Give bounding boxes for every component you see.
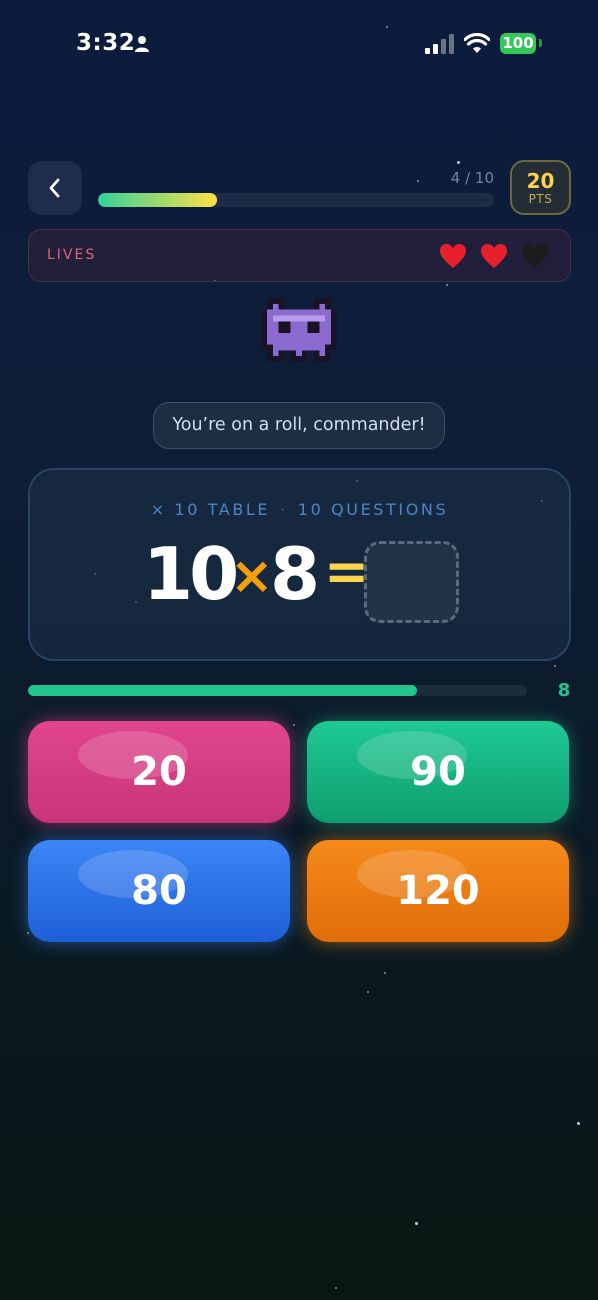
heart-icon	[440, 244, 466, 268]
heart-icon	[522, 244, 548, 268]
star	[367, 991, 369, 993]
answer-label: 90	[410, 749, 466, 795]
answer-label: 80	[131, 868, 187, 914]
timer-fill	[28, 685, 418, 696]
right-operand: 8	[270, 532, 320, 616]
left-operand: 10	[143, 532, 239, 616]
question-progress-fill	[98, 193, 217, 207]
points-badge: 20 PTS	[510, 160, 571, 215]
equals-sign: =	[324, 540, 370, 603]
answer-label: 120	[396, 868, 480, 914]
back-button[interactable]	[28, 161, 82, 215]
battery-cap	[539, 39, 542, 47]
question-progress-bar	[98, 193, 494, 207]
star	[27, 932, 29, 934]
star	[386, 26, 388, 28]
timer-value: 8	[557, 680, 571, 701]
encouragement-message: You’re on a roll, commander!	[153, 402, 445, 449]
star	[446, 284, 448, 286]
signal-icon	[425, 34, 454, 54]
question-progress-count: 4 / 10	[450, 169, 494, 187]
question-card: × 10 TABLE · 10 QUESTIONS 10 × 8 =	[28, 468, 571, 661]
star	[554, 665, 556, 667]
battery-indicator: 100	[500, 33, 536, 54]
star	[335, 1287, 337, 1289]
star	[293, 724, 295, 726]
question-count-label: 10 QUESTIONS	[297, 500, 449, 519]
heart-icon	[481, 244, 507, 268]
star	[457, 161, 460, 164]
status-time: 3:32	[76, 30, 136, 56]
operator-sign: ×	[230, 546, 274, 606]
timer-bar	[28, 685, 527, 696]
question-meta: × 10 TABLE · 10 QUESTIONS	[30, 500, 569, 519]
lives-bar: LIVES	[28, 229, 571, 282]
star	[417, 180, 419, 182]
answer-slot	[364, 541, 459, 623]
answer-button-2[interactable]: 90	[307, 721, 569, 823]
answer-button-3[interactable]: 80	[28, 840, 290, 942]
answer-button-1[interactable]: 20	[28, 721, 290, 823]
table-label: × 10 TABLE	[150, 500, 271, 519]
answer-label: 20	[131, 749, 187, 795]
star	[415, 1222, 418, 1225]
person-icon	[135, 36, 149, 52]
wifi-icon	[464, 33, 490, 53]
star	[384, 972, 386, 974]
chevron-left-icon	[49, 178, 60, 198]
lives-label: LIVES	[47, 247, 97, 263]
points-unit: PTS	[528, 192, 553, 206]
star	[577, 1122, 580, 1125]
answer-button-4[interactable]: 120	[307, 840, 569, 942]
meta-separator: ·	[280, 500, 288, 519]
points-value: 20	[526, 169, 555, 193]
alien-icon	[261, 298, 337, 362]
